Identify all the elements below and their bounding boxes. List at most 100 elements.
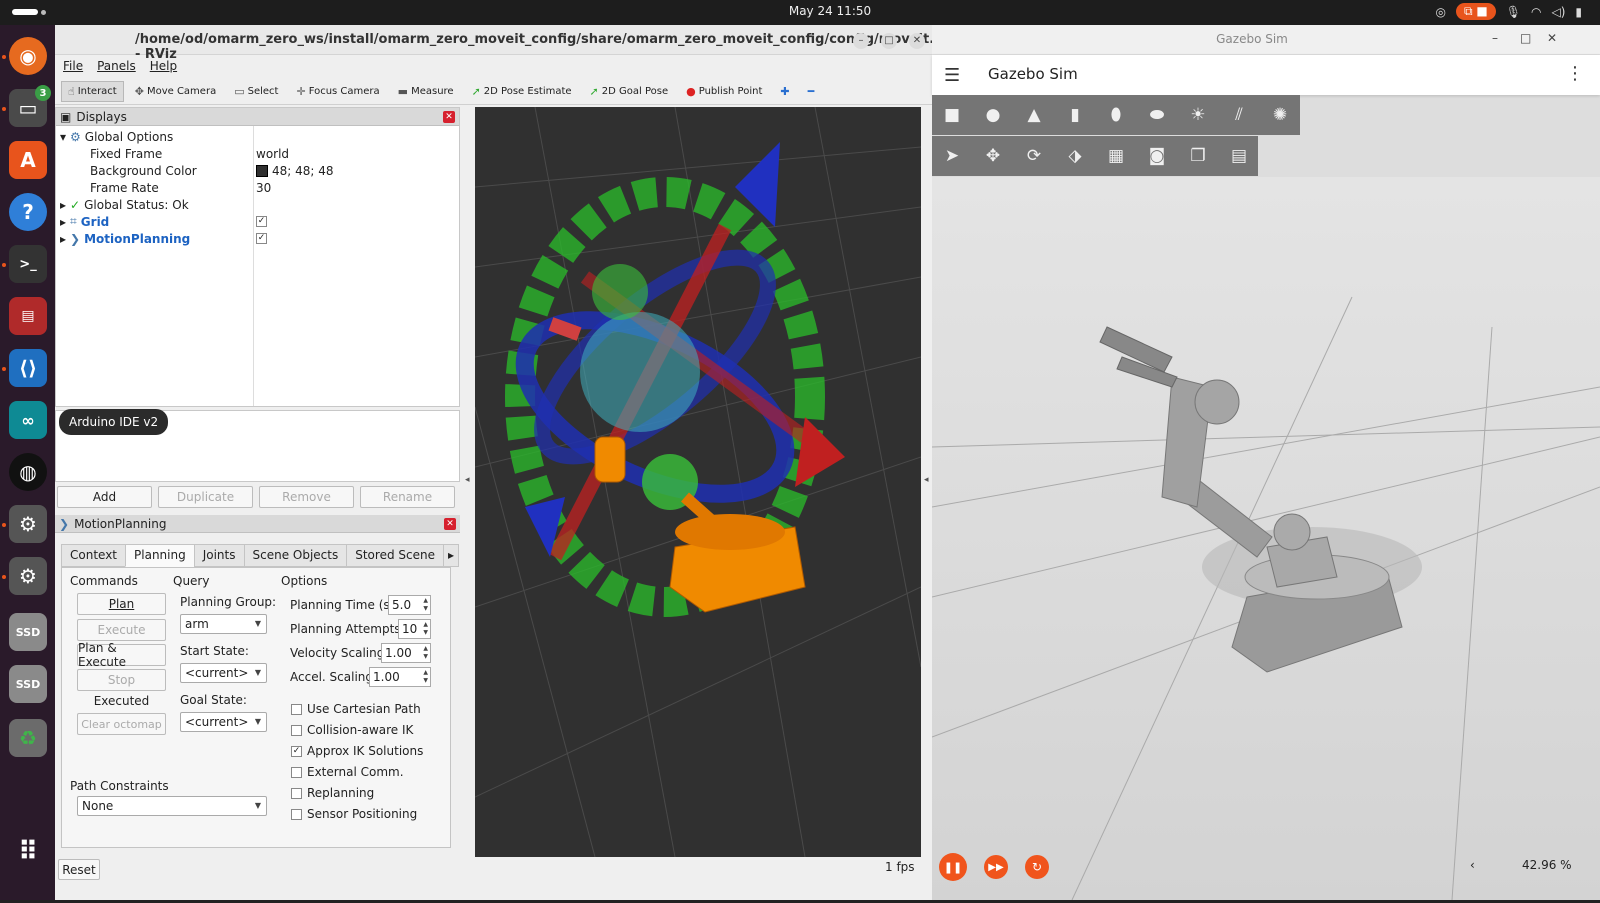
battery-icon[interactable]: ▮ xyxy=(1575,5,1582,19)
cylinder-shape-icon[interactable]: ▮ xyxy=(1061,105,1089,125)
screen-record-icon[interactable]: ⧉ ■ xyxy=(1456,3,1496,20)
app-center-icon[interactable]: A xyxy=(9,141,47,179)
checkbox-box[interactable] xyxy=(291,787,302,799)
tree-motion-planning[interactable]: ▸ ❯ MotionPlanning xyxy=(60,230,190,247)
settings-icon[interactable]: ⚙ xyxy=(9,505,47,543)
collapse-stats-icon[interactable]: ‹ xyxy=(1470,858,1475,872)
box-shape-icon[interactable]: ■ xyxy=(938,105,966,125)
execute-button[interactable]: Execute xyxy=(77,619,166,641)
tree-global-options[interactable]: ▾ ⚙ Global Options xyxy=(60,128,173,145)
grid-enabled-checkbox[interactable]: ✓ xyxy=(256,213,267,230)
spin-arrows-icon[interactable]: ▲ ▼ xyxy=(423,669,428,685)
rviz-scene[interactable] xyxy=(475,107,921,857)
collision-aware-ik-checkbox[interactable]: Collision-aware IK xyxy=(291,723,413,737)
files-icon[interactable]: ▭ 3 xyxy=(9,85,51,127)
grid-config-icon[interactable]: ▦ xyxy=(1102,146,1130,166)
spin-arrows-icon[interactable]: ▲ ▼ xyxy=(423,645,428,661)
kebab-menu-icon[interactable]: ⋮ xyxy=(1566,63,1584,84)
planning-attempts-spinbox[interactable]: 10 ▲ ▼ xyxy=(398,619,431,639)
translate-mode-icon[interactable]: ✥ xyxy=(979,146,1007,166)
hamburger-menu-icon[interactable]: ☰ xyxy=(944,65,960,86)
remote-desktop-icon[interactable]: ▤ xyxy=(9,297,47,335)
tool-measure[interactable]: ▬ Measure xyxy=(391,81,461,102)
start-state-select[interactable]: <current> ▼ xyxy=(180,663,267,683)
sphere-shape-icon[interactable]: ● xyxy=(979,105,1007,125)
paste-icon[interactable]: ▤ xyxy=(1225,146,1253,166)
motion-planning-enabled-checkbox[interactable]: ✓ xyxy=(256,230,267,247)
arduino-icon[interactable]: ∞ xyxy=(9,401,47,439)
screenshot-camera-icon[interactable]: ◙ xyxy=(1143,146,1171,166)
checkbox-box-checked[interactable]: ✓ xyxy=(291,745,302,757)
add-button[interactable]: Add xyxy=(57,486,152,508)
duplicate-button[interactable]: Duplicate xyxy=(158,486,253,508)
motion-planning-close-icon[interactable]: ✕ xyxy=(444,518,456,530)
tool-2d-goal-pose[interactable]: ➚ 2D Goal Pose xyxy=(583,81,676,102)
tool-2d-pose-estimate[interactable]: ➚ 2D Pose Estimate xyxy=(465,81,579,102)
goal-state-select[interactable]: <current> ▼ xyxy=(180,712,267,732)
clock[interactable]: May 24 11:50 xyxy=(760,4,900,18)
point-light-icon[interactable]: ☀ xyxy=(1184,105,1212,125)
stop-button[interactable]: Stop xyxy=(77,669,166,691)
rename-button[interactable]: Rename xyxy=(360,486,455,508)
approx-ik-checkbox[interactable]: ✓ Approx IK Solutions xyxy=(291,744,423,758)
settings-2-icon[interactable]: ⚙ xyxy=(9,557,47,595)
checkbox-box[interactable] xyxy=(291,808,302,820)
reset-button[interactable]: Reset xyxy=(58,859,100,880)
trash-icon[interactable]: ♻ xyxy=(9,719,47,757)
rviz-3d-viewport[interactable] xyxy=(475,107,921,857)
reset-sim-button[interactable]: ↻ xyxy=(1025,855,1049,879)
expand-arrow-icon[interactable]: ▾ xyxy=(60,130,66,144)
path-constraints-select[interactable]: None ▼ xyxy=(77,796,267,816)
system-tray[interactable]: ◎ ⧉ ■ 🎙 ◠ ◁) ▮ xyxy=(1436,3,1582,20)
tab-joints[interactable]: Joints xyxy=(193,544,245,567)
tool-focus-camera[interactable]: ✛ Focus Camera xyxy=(289,81,386,102)
maximize-icon[interactable]: □ xyxy=(881,33,897,49)
add-tool-button[interactable]: ✚ xyxy=(773,81,796,102)
terminal-icon[interactable]: >_ xyxy=(9,245,47,283)
step-button[interactable]: ▶▶ xyxy=(984,855,1008,879)
tool-interact[interactable]: ☝ Interact xyxy=(61,81,124,102)
tab-planning[interactable]: Planning xyxy=(125,544,195,567)
ellipsoid-shape-icon[interactable]: ⬬ xyxy=(1143,105,1171,125)
tab-context[interactable]: Context xyxy=(61,544,127,567)
plan-button[interactable]: Plan xyxy=(77,593,166,615)
planning-group-select[interactable]: arm ▼ xyxy=(180,614,267,634)
tree-global-status[interactable]: ▸ ✓ Global Status: Ok xyxy=(60,196,189,213)
remove-button[interactable]: Remove xyxy=(259,486,354,508)
obs-icon[interactable]: ◍ xyxy=(9,453,47,491)
menu-panels[interactable]: Panels xyxy=(97,59,136,75)
capsule-shape-icon[interactable]: ⬮ xyxy=(1102,105,1130,125)
select-mode-icon[interactable]: ➤ xyxy=(938,146,966,166)
spin-arrows-icon[interactable]: ▲ ▼ xyxy=(423,597,428,613)
wifi-icon[interactable]: ◠ xyxy=(1531,5,1541,19)
tool-publish-point[interactable]: ● Publish Point xyxy=(679,81,769,102)
checkbox-box[interactable] xyxy=(291,703,302,715)
show-apps-icon[interactable]: ⠿ xyxy=(9,833,47,871)
fixed-frame-value[interactable]: world xyxy=(256,145,289,162)
tool-move-camera[interactable]: ✥ Move Camera xyxy=(128,81,223,102)
close-icon[interactable]: ✕ xyxy=(909,33,925,49)
maximize-icon[interactable]: □ xyxy=(1520,31,1531,45)
copy-icon[interactable]: ❐ xyxy=(1184,146,1212,166)
mic-icon[interactable]: 🎙 xyxy=(1506,5,1521,19)
spin-arrows-icon[interactable]: ▲ ▼ xyxy=(423,621,428,637)
minimize-icon[interactable]: – xyxy=(1492,31,1498,45)
velocity-scaling-spinbox[interactable]: 1.00 ▲ ▼ xyxy=(381,643,431,663)
sensor-positioning-checkbox[interactable]: Sensor Positioning xyxy=(291,807,417,821)
gazebo-3d-scene[interactable]: ❚❚ ▶▶ ↻ xyxy=(931,177,1600,901)
external-comm-checkbox[interactable]: External Comm. xyxy=(291,765,404,779)
vscode-icon[interactable]: ⟨⟩ xyxy=(9,349,47,387)
use-cartesian-path-checkbox[interactable]: Use Cartesian Path xyxy=(291,702,421,716)
collapsed-arrow-icon[interactable]: ▸ xyxy=(60,232,66,246)
help-icon[interactable]: ? xyxy=(9,193,47,231)
plan-execute-button[interactable]: Plan & Execute xyxy=(77,641,166,669)
tab-scroll-right-icon[interactable]: ▸ xyxy=(442,544,459,567)
directional-light-icon[interactable]: ⫽ xyxy=(1225,105,1253,125)
pause-button[interactable]: ❚❚ xyxy=(939,853,967,881)
ssd-drive-2-icon[interactable]: SSD xyxy=(9,665,47,703)
firefox-icon[interactable]: ◉ xyxy=(9,37,47,75)
displays-close-icon[interactable]: ✕ xyxy=(443,111,455,123)
snap-icon[interactable]: ⬗ xyxy=(1061,146,1089,166)
collapse-right-icon[interactable]: ◂ xyxy=(924,475,929,485)
replanning-checkbox[interactable]: Replanning xyxy=(291,786,374,800)
